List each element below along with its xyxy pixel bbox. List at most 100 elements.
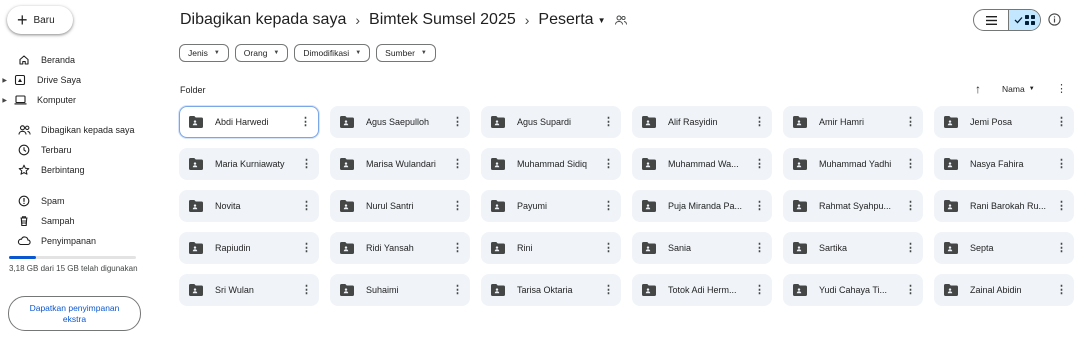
folder-item[interactable]: Alif Rasyidin ⋮: [632, 106, 772, 138]
breadcrumb-current-folder[interactable]: Peserta ▼: [538, 11, 605, 29]
folder-item[interactable]: Septa ⋮: [934, 232, 1074, 264]
more-options-icon[interactable]: ⋮: [754, 285, 765, 296]
shared-folder-icon: [491, 116, 505, 128]
sidebar-item-my-drive[interactable]: ▶ Drive Saya: [0, 71, 81, 89]
folder-item[interactable]: Maria Kurniawaty ⋮: [179, 148, 319, 180]
folder-item[interactable]: Agus Supardi ⋮: [481, 106, 621, 138]
folder-name: Sri Wulan: [215, 285, 254, 295]
more-options-icon[interactable]: ⋮: [452, 243, 463, 254]
info-icon[interactable]: [1048, 13, 1061, 26]
folder-item[interactable]: Suhaimi ⋮: [330, 274, 470, 306]
shared-folder-icon: [189, 242, 203, 254]
more-options-icon[interactable]: ⋮: [1056, 82, 1067, 95]
folder-item[interactable]: Ridi Yansah ⋮: [330, 232, 470, 264]
shared-folder-icon: [642, 200, 656, 212]
filter-modified-chip[interactable]: Dimodifikasi ▼: [294, 44, 371, 62]
more-options-icon[interactable]: ⋮: [905, 243, 916, 254]
more-options-icon[interactable]: ⋮: [301, 159, 312, 170]
sidebar-item-cloud[interactable]: Penyimpanan: [0, 232, 96, 250]
folder-item[interactable]: Sania ⋮: [632, 232, 772, 264]
sidebar-item-label: Penyimpanan: [41, 236, 97, 246]
more-options-icon[interactable]: ⋮: [301, 285, 312, 296]
filter-source-chip[interactable]: Sumber ▼: [376, 44, 436, 62]
expand-arrow-icon[interactable]: ▶: [0, 77, 7, 84]
more-options-icon[interactable]: ⋮: [301, 201, 312, 212]
more-options-icon[interactable]: ⋮: [603, 159, 614, 170]
more-options-icon[interactable]: ⋮: [905, 285, 916, 296]
more-options-icon[interactable]: ⋮: [603, 243, 614, 254]
filter-type-chip[interactable]: Jenis ▼: [179, 44, 229, 62]
folder-item[interactable]: Payumi ⋮: [481, 190, 621, 222]
more-options-icon[interactable]: ⋮: [452, 159, 463, 170]
clock-icon: [16, 142, 32, 158]
folder-item[interactable]: Tarisa Oktaria ⋮: [481, 274, 621, 306]
shared-icon: [16, 122, 32, 138]
more-options-icon[interactable]: ⋮: [905, 201, 916, 212]
folder-item[interactable]: Yudi Cahaya Ti... ⋮: [783, 274, 923, 306]
view-toggle: [973, 9, 1041, 31]
get-storage-button[interactable]: Dapatkan penyimpanan ekstra: [8, 296, 141, 331]
more-options-icon[interactable]: ⋮: [452, 117, 463, 128]
breadcrumb-shared[interactable]: Dibagikan kepada saya: [180, 11, 346, 29]
folder-item[interactable]: Muhammad Wa... ⋮: [632, 148, 772, 180]
more-options-icon[interactable]: ⋮: [452, 285, 463, 296]
more-options-icon[interactable]: ⋮: [754, 117, 765, 128]
grid-view-button[interactable]: [1008, 10, 1040, 30]
sidebar-item-computer[interactable]: ▶ Komputer: [0, 91, 76, 109]
more-options-icon[interactable]: ⋮: [754, 201, 765, 212]
folder-item[interactable]: Jemi Posa ⋮: [934, 106, 1074, 138]
shared-people-icon[interactable]: [615, 15, 628, 25]
breadcrumb-bimtek[interactable]: Bimtek Sumsel 2025: [369, 11, 516, 29]
folder-item[interactable]: Muhammad Sidiq ⋮: [481, 148, 621, 180]
list-view-button[interactable]: [974, 10, 1008, 30]
folder-item[interactable]: Muhammad Yadhi ⋮: [783, 148, 923, 180]
folder-item[interactable]: Nurul Santri ⋮: [330, 190, 470, 222]
new-button[interactable]: + Baru: [7, 6, 73, 34]
more-options-icon[interactable]: ⋮: [452, 201, 463, 212]
more-options-icon[interactable]: ⋮: [1056, 243, 1067, 254]
folder-item[interactable]: Zainal Abidin ⋮: [934, 274, 1074, 306]
more-options-icon[interactable]: ⋮: [754, 243, 765, 254]
more-options-icon[interactable]: ⋮: [603, 201, 614, 212]
folder-item[interactable]: Nasya Fahira ⋮: [934, 148, 1074, 180]
folder-item[interactable]: Amir Hamri ⋮: [783, 106, 923, 138]
folder-item[interactable]: Sri Wulan ⋮: [179, 274, 319, 306]
folder-item[interactable]: Rani Barokah Ru... ⋮: [934, 190, 1074, 222]
sidebar-item-star[interactable]: Berbintang: [0, 161, 85, 179]
folder-item[interactable]: Marisa Wulandari ⋮: [330, 148, 470, 180]
sort-by-button[interactable]: Nama ▼: [1002, 84, 1035, 94]
more-options-icon[interactable]: ⋮: [603, 285, 614, 296]
sidebar-item-shared[interactable]: Dibagikan kepada saya: [0, 121, 135, 139]
more-options-icon[interactable]: ⋮: [754, 159, 765, 170]
folder-item[interactable]: Abdi Harwedi ⋮: [179, 106, 319, 138]
more-options-icon[interactable]: ⋮: [905, 159, 916, 170]
more-options-icon[interactable]: ⋮: [905, 117, 916, 128]
sidebar-item-home[interactable]: Beranda: [0, 51, 75, 69]
expand-arrow-icon[interactable]: ▶: [0, 97, 7, 104]
sidebar-item-trash[interactable]: Sampah: [0, 212, 75, 230]
sort-direction-arrow-icon[interactable]: ↑: [975, 82, 981, 96]
more-options-icon[interactable]: ⋮: [1056, 159, 1067, 170]
folder-item[interactable]: Sartika ⋮: [783, 232, 923, 264]
shared-folder-icon: [491, 242, 505, 254]
folder-item[interactable]: Rini ⋮: [481, 232, 621, 264]
sidebar-item-spam[interactable]: Spam: [0, 192, 65, 210]
more-options-icon[interactable]: ⋮: [300, 117, 311, 128]
filter-people-chip[interactable]: Orang ▼: [234, 44, 289, 62]
more-options-icon[interactable]: ⋮: [1056, 117, 1067, 128]
shared-folder-icon: [944, 158, 958, 170]
folder-item[interactable]: Novita ⋮: [179, 190, 319, 222]
shared-folder-icon: [340, 158, 354, 170]
spam-icon: [16, 193, 32, 209]
more-options-icon[interactable]: ⋮: [301, 243, 312, 254]
folder-item[interactable]: Agus Saepulloh ⋮: [330, 106, 470, 138]
more-options-icon[interactable]: ⋮: [1056, 285, 1067, 296]
more-options-icon[interactable]: ⋮: [1056, 201, 1067, 212]
folder-item[interactable]: Puja Miranda Pa... ⋮: [632, 190, 772, 222]
shared-folder-icon: [642, 116, 656, 128]
sidebar-item-clock[interactable]: Terbaru: [0, 141, 72, 159]
folder-item[interactable]: Rahmat Syahpu... ⋮: [783, 190, 923, 222]
folder-item[interactable]: Rapiudin ⋮: [179, 232, 319, 264]
more-options-icon[interactable]: ⋮: [603, 117, 614, 128]
folder-item[interactable]: Totok Adi Herm... ⋮: [632, 274, 772, 306]
